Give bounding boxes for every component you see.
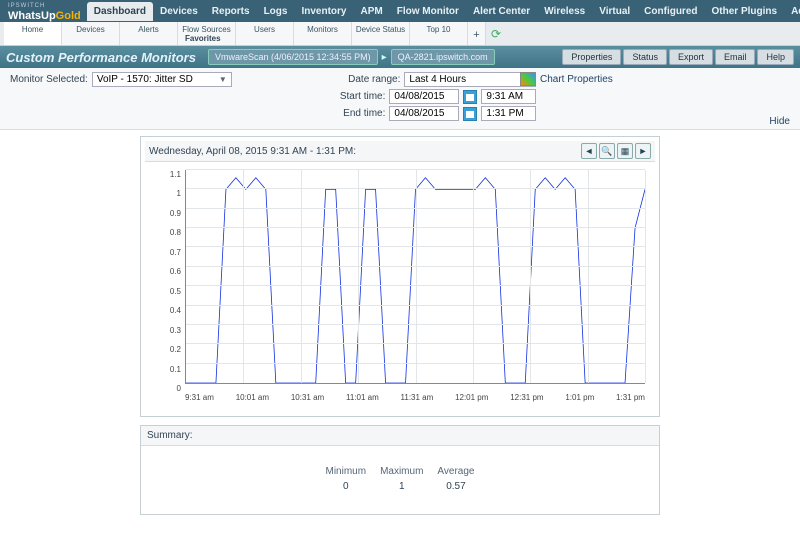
sub-tab-alerts[interactable]: Alerts: [120, 22, 178, 45]
nav-item-configured[interactable]: Configured: [637, 2, 704, 21]
chevron-right-icon: ▸: [382, 52, 387, 63]
monitor-label: Monitor Selected:: [10, 74, 88, 85]
chart-next-button[interactable]: ►: [635, 143, 651, 159]
nav-item-inventory[interactable]: Inventory: [294, 2, 353, 21]
email-button[interactable]: Email: [715, 49, 756, 65]
date-range-select[interactable]: Last 4 Hours▼: [404, 72, 536, 87]
sub-tab-devices[interactable]: Devices: [62, 22, 120, 45]
x-axis: 9:31 am10:01 am10:31 am11:01 am11:31 am1…: [185, 393, 645, 402]
date-range-label: Date range:: [348, 74, 400, 85]
sub-tab-users[interactable]: Users: [236, 22, 294, 45]
add-tab-button[interactable]: +: [468, 22, 486, 45]
nav-item-logs[interactable]: Logs: [257, 2, 295, 21]
nav-item-alert-center[interactable]: Alert Center: [466, 2, 537, 21]
properties-button[interactable]: Properties: [562, 49, 621, 65]
y-axis: 00.10.20.30.40.50.60.70.80.911.1: [157, 170, 181, 384]
chart-properties-link[interactable]: Chart Properties: [520, 72, 613, 86]
chart-grid: [185, 170, 645, 384]
refresh-icon[interactable]: ⟳: [486, 22, 506, 45]
calendar-icon[interactable]: [463, 107, 477, 121]
export-button[interactable]: Export: [669, 49, 713, 65]
calendar-icon[interactable]: [463, 90, 477, 104]
nav-item-virtual[interactable]: Virtual: [592, 2, 637, 21]
sub-tab-top-10[interactable]: Top 10: [410, 22, 468, 45]
nav-item-other-plugins[interactable]: Other Plugins: [705, 2, 785, 21]
sub-tab-home[interactable]: Home: [4, 22, 62, 45]
breadcrumb: VmwareScan (4/06/2015 12:34:55 PM) ▸ QA-…: [208, 49, 495, 65]
chart-toolbar: ◄ 🔍 ▦ ►: [581, 143, 651, 159]
summary-panel: Summary: Minimum Maximum Average 0 1 0.5…: [140, 425, 660, 515]
page-action-buttons: PropertiesStatusExportEmailHelp: [562, 49, 794, 65]
main-nav: DashboardDevicesReportsLogsInventoryAPMF…: [87, 2, 800, 21]
start-date-input[interactable]: 04/08/2015: [389, 89, 459, 104]
sub-navbar: HomeDevicesAlertsFlow SourcesUsersMonito…: [0, 22, 800, 46]
end-time-label: End time:: [343, 108, 385, 119]
top-navbar: IPSWITCH WhatsUpGold DashboardDevicesRep…: [0, 0, 800, 22]
nav-item-wireless[interactable]: Wireless: [537, 2, 592, 21]
sub-tab-device-status[interactable]: Device Status: [352, 22, 410, 45]
end-time-input[interactable]: 1:31 PM: [481, 106, 536, 121]
caret-down-icon: ▼: [219, 75, 227, 84]
chart-panel: Wednesday, April 08, 2015 9:31 AM - 1:31…: [140, 136, 660, 417]
breadcrumb-item-2[interactable]: QA-2821.ipswitch.com: [391, 49, 495, 65]
hide-link[interactable]: Hide: [769, 116, 790, 127]
summary-col-avg: Average: [437, 466, 474, 477]
nav-item-apm[interactable]: APM: [353, 2, 389, 21]
chart-prev-button[interactable]: ◄: [581, 143, 597, 159]
summary-val-min: 0: [326, 481, 367, 492]
nav-item-reports[interactable]: Reports: [205, 2, 257, 21]
nav-item-admin[interactable]: Admin: [784, 2, 800, 21]
brand-logo: IPSWITCH WhatsUpGold: [6, 0, 87, 24]
status-button[interactable]: Status: [623, 49, 667, 65]
nav-item-devices[interactable]: Devices: [153, 2, 205, 21]
summary-col-min: Minimum: [326, 466, 367, 477]
start-time-label: Start time:: [340, 91, 386, 102]
chart-zoom-button[interactable]: 🔍: [599, 143, 615, 159]
summary-body: Minimum Maximum Average 0 1 0.57: [141, 446, 659, 514]
summary-col-max: Maximum: [380, 466, 423, 477]
favorites-label: Favorites: [185, 34, 221, 43]
page-title-bar: Custom Performance Monitors VmwareScan (…: [0, 46, 800, 68]
start-time-input[interactable]: 9:31 AM: [481, 89, 536, 104]
end-date-input[interactable]: 04/08/2015: [389, 106, 459, 121]
chart-header: Wednesday, April 08, 2015 9:31 AM - 1:31…: [145, 141, 655, 162]
help-button[interactable]: Help: [757, 49, 794, 65]
summary-val-avg: 0.57: [437, 481, 474, 492]
page-title: Custom Performance Monitors: [6, 50, 196, 65]
filter-controls: Monitor Selected: VoIP - 1570: Jitter SD…: [0, 68, 800, 130]
nav-item-dashboard[interactable]: Dashboard: [87, 2, 153, 21]
breadcrumb-item-1[interactable]: VmwareScan (4/06/2015 12:34:55 PM): [208, 49, 378, 65]
chart-area: 00.10.20.30.40.50.60.70.80.911.1 9:31 am…: [145, 162, 655, 412]
summary-val-max: 1: [380, 481, 423, 492]
chart-icon: [520, 72, 536, 86]
chart-export-button[interactable]: ▦: [617, 143, 633, 159]
summary-title: Summary:: [141, 426, 659, 446]
nav-item-flow-monitor[interactable]: Flow Monitor: [390, 2, 466, 21]
summary-table: Minimum Maximum Average 0 1 0.57: [312, 462, 489, 496]
monitor-select[interactable]: VoIP - 1570: Jitter SD▼: [92, 72, 232, 87]
sub-tab-monitors[interactable]: Monitors: [294, 22, 352, 45]
